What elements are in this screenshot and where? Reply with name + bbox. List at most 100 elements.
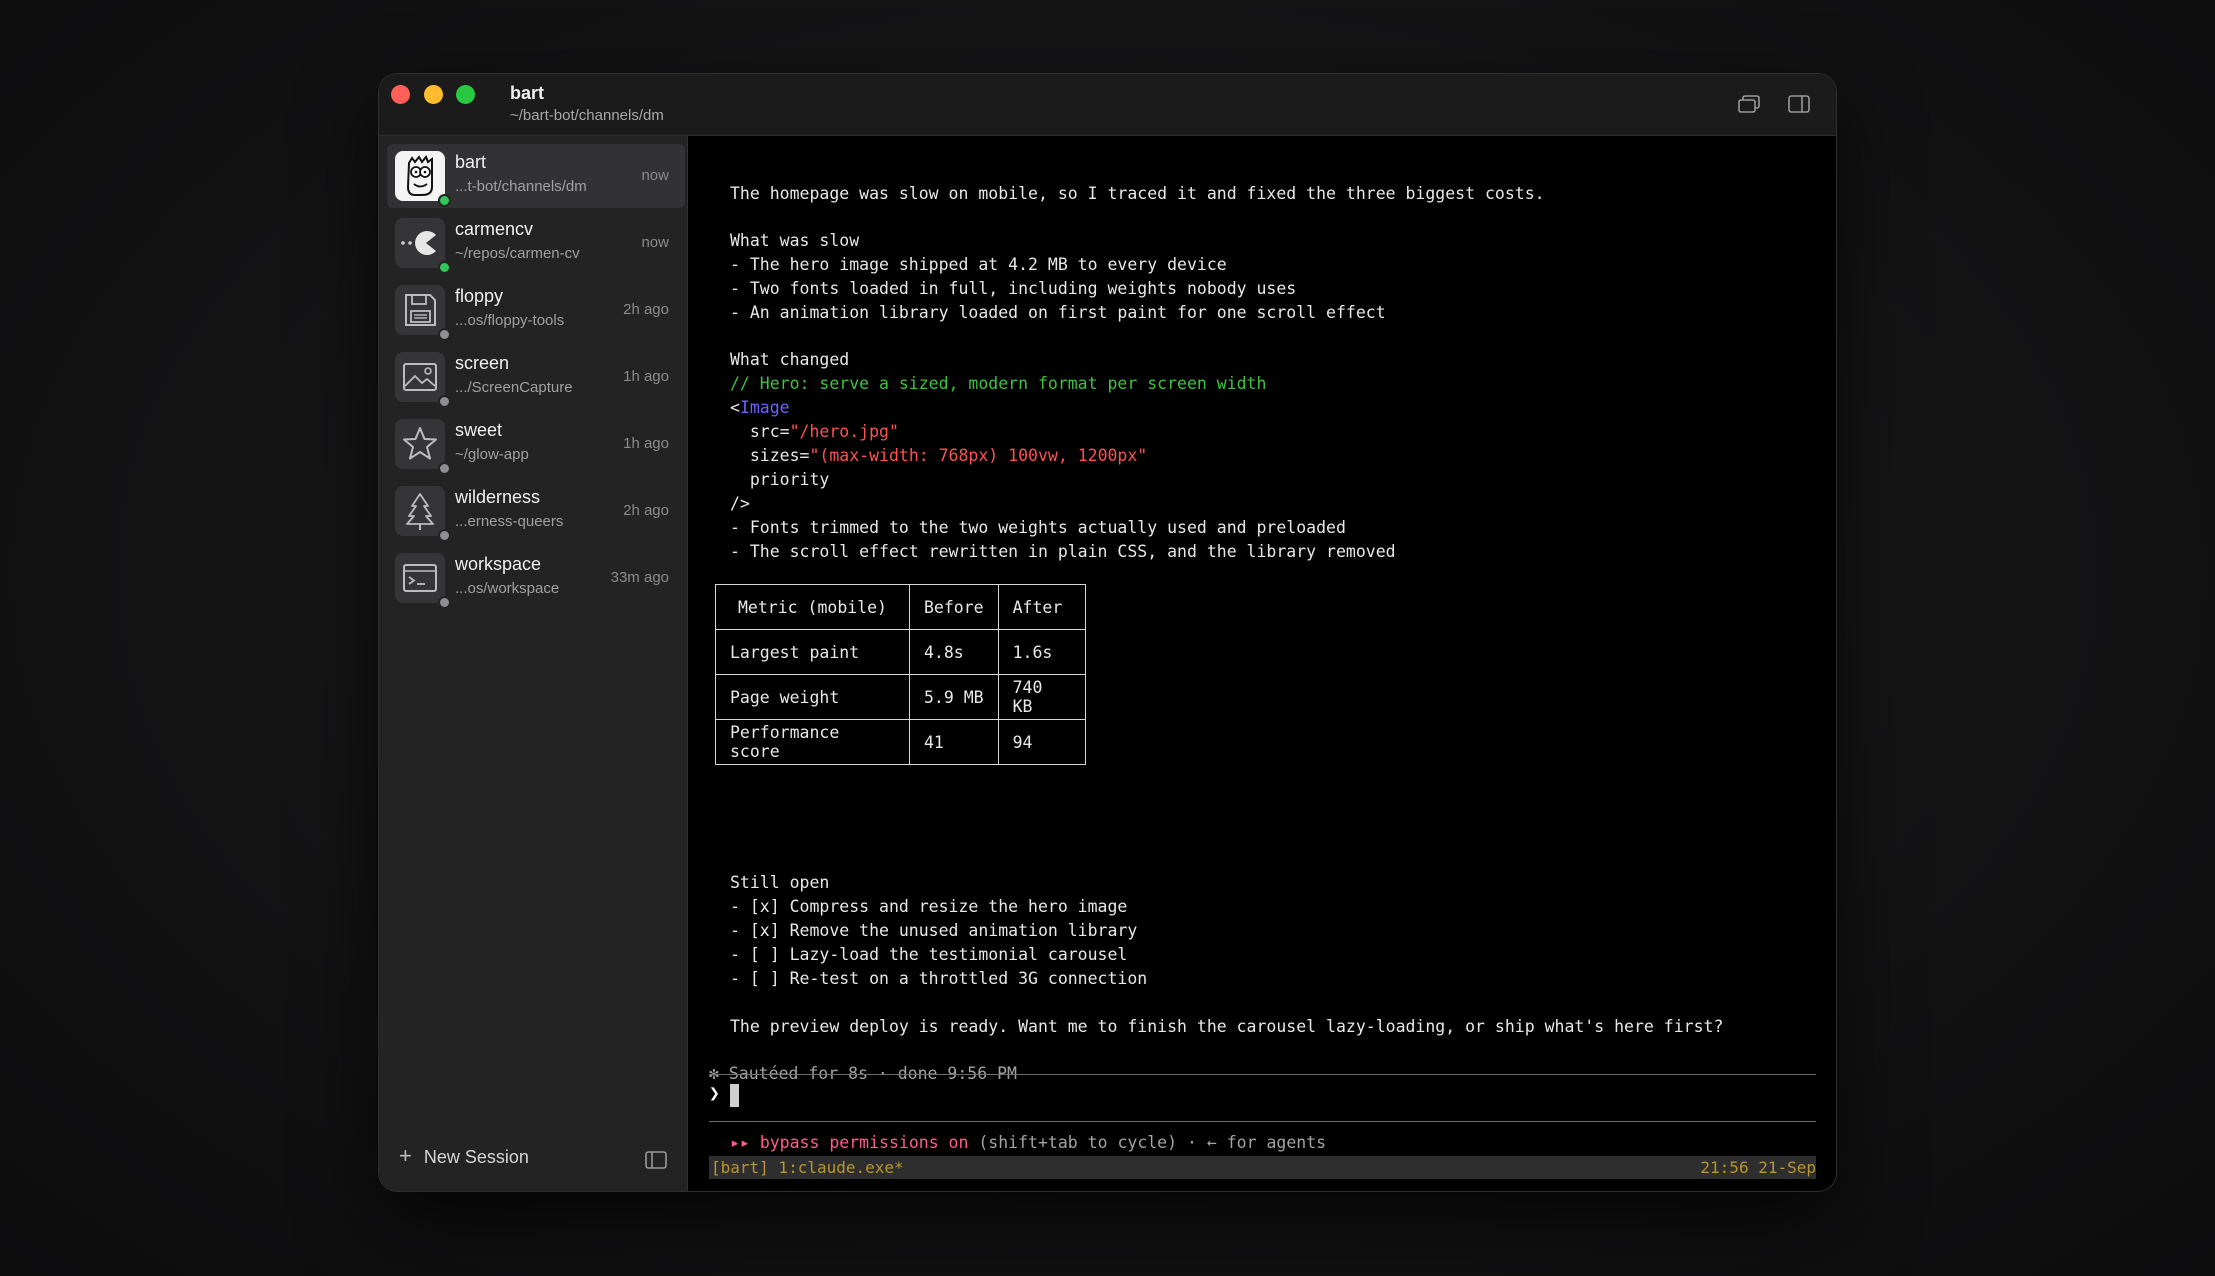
- input-cursor[interactable]: [730, 1084, 739, 1107]
- code-line: sizes="(max-width: 768px) 100vw, 1200px": [730, 444, 1147, 468]
- window-subtitle: ~/bart-bot/channels/dm: [510, 107, 664, 124]
- session-time: 2h ago: [623, 301, 669, 318]
- section-heading: Still open: [730, 873, 830, 892]
- session-path: .../ScreenCapture: [455, 379, 573, 396]
- status-dot-online: [438, 194, 451, 207]
- session-sidebar: bart ...t-bot/channels/dm now carmencv ~…: [379, 136, 688, 1191]
- prompt-symbol: ❯: [709, 1083, 720, 1104]
- input-area: ❯ ▸▸ bypass permissions on (shift+tab to…: [709, 1074, 1819, 1191]
- status-dot-idle: [438, 395, 451, 408]
- table-header-row: Metric (mobile) Before After: [715, 584, 1086, 630]
- close-window-button[interactable]: [391, 85, 410, 104]
- session-item-wilderness[interactable]: wilderness ...erness-queers 2h ago: [387, 479, 685, 543]
- session-path: ...erness-queers: [455, 513, 564, 530]
- table-row: Performance score 41 94: [715, 719, 1086, 765]
- session-time: now: [641, 167, 669, 184]
- bypass-label: bypass permissions on: [759, 1133, 969, 1152]
- table-header: Metric (mobile): [715, 584, 910, 630]
- list-item: - Fonts trimmed to the two weights actua…: [730, 518, 1346, 537]
- bypass-arrows-icon: ▸▸: [730, 1133, 750, 1152]
- table-cell: Performance score: [715, 719, 910, 765]
- session-item-floppy[interactable]: floppy ...os/floppy-tools 2h ago: [387, 278, 685, 342]
- status-dot-online: [438, 261, 451, 274]
- status-dot-idle: [438, 596, 451, 609]
- status-dot-idle: [438, 462, 451, 475]
- list-item: - Two fonts loaded in full, including we…: [730, 279, 1297, 298]
- table-row: Largest paint 4.8s 1.6s: [715, 629, 1086, 675]
- window-title: bart: [510, 83, 545, 103]
- cartoon-face-icon: [395, 151, 445, 201]
- code-attr: src=: [730, 422, 790, 441]
- permission-mode-line[interactable]: ▸▸ bypass permissions on (shift+tab to c…: [730, 1131, 1326, 1155]
- app-window: bart ~/bart-bot/channels/dm bart ...t-bo…: [379, 74, 1836, 1191]
- list-item: - The hero image shipped at 4.2 MB to ev…: [730, 255, 1227, 274]
- session-name: workspace: [455, 554, 542, 574]
- session-name: wilderness: [455, 487, 541, 507]
- list-item: - [x] Compress and resize the hero image: [730, 897, 1128, 916]
- sidebar-toggle-icon[interactable]: [644, 1150, 668, 1175]
- session-item-workspace[interactable]: workspace ...os/workspace 33m ago: [387, 546, 685, 610]
- status-left: [bart] 1:claude.exe*: [711, 1158, 904, 1177]
- table-cell: 4.8s: [909, 629, 999, 675]
- table-cell: 41: [909, 719, 999, 765]
- code-line: priority: [730, 470, 830, 489]
- code-tag: Image: [739, 398, 790, 417]
- session-name: screen: [455, 353, 510, 373]
- metrics-table: Metric (mobile) Before After Largest pai…: [715, 584, 1086, 765]
- question-text: The preview deploy is ready. Want me to …: [730, 1017, 1724, 1036]
- tree-icon: [395, 486, 445, 536]
- tmux-status-bar: [bart] 1:claude.exe* 21:56 21-Sep: [709, 1156, 1816, 1179]
- table-cell: 5.9 MB: [909, 674, 999, 720]
- terminal-window-icon: [395, 553, 445, 603]
- session-item-carmencv[interactable]: carmencv ~/repos/carmen-cv now: [387, 211, 685, 275]
- landscape-icon: [395, 352, 445, 402]
- table-cell: Page weight: [715, 674, 910, 720]
- status-right: 21:56 21-Sep: [1700, 1158, 1816, 1177]
- session-time: 1h ago: [623, 368, 669, 385]
- maximize-window-button[interactable]: [456, 85, 475, 104]
- divider: [709, 1074, 1816, 1075]
- status-dot-idle: [438, 328, 451, 341]
- session-path: ~/repos/carmen-cv: [455, 245, 580, 262]
- session-time: 1h ago: [623, 435, 669, 452]
- floppy-disk-icon: [395, 285, 445, 335]
- new-session-label: New Session: [423, 1147, 529, 1167]
- code-comment: // Hero: serve a sized, modern format pe…: [730, 374, 1267, 393]
- session-name: floppy: [455, 286, 504, 306]
- section-heading: What changed: [730, 350, 850, 369]
- session-name: bart: [455, 152, 487, 172]
- list-item: - An animation library loaded on first p…: [730, 303, 1386, 322]
- session-name: sweet: [455, 420, 503, 440]
- terminal-output[interactable]: The homepage was slow on mobile, so I tr…: [709, 136, 1819, 1191]
- minimize-window-button[interactable]: [424, 85, 443, 104]
- list-item: - The scroll effect rewritten in plain C…: [730, 542, 1396, 561]
- session-path: ...t-bot/channels/dm: [455, 178, 587, 195]
- bypass-hint: (shift+tab to cycle) · ← for agents: [978, 1133, 1327, 1152]
- table-cell: 1.6s: [997, 629, 1086, 675]
- session-name: carmencv: [455, 219, 534, 239]
- session-item-sweet[interactable]: sweet ~/glow-app 1h ago: [387, 412, 685, 476]
- new-session-button[interactable]: + New Session: [399, 1143, 529, 1169]
- session-path: ...os/workspace: [455, 580, 560, 597]
- session-time: 33m ago: [610, 569, 669, 586]
- right-panel-toggle-icon[interactable]: [1787, 93, 1811, 115]
- table-cell: 94: [997, 719, 1086, 765]
- status-dot-idle: [438, 529, 451, 542]
- table-cell: 740 KB: [997, 674, 1086, 720]
- title-bar: bart ~/bart-bot/channels/dm: [379, 74, 1836, 136]
- code-line: src="/hero.jpg": [730, 420, 899, 444]
- intro-text: The homepage was slow on mobile, so I tr…: [730, 184, 1545, 203]
- table-header: After: [997, 584, 1086, 630]
- section-heading: What was slow: [730, 231, 860, 250]
- plus-icon: +: [399, 1143, 412, 1168]
- session-time: now: [641, 234, 669, 251]
- code-attr: sizes=: [730, 446, 810, 465]
- copy-windows-icon[interactable]: [1737, 93, 1761, 115]
- session-item-screen[interactable]: screen .../ScreenCapture 1h ago: [387, 345, 685, 409]
- pacman-icon: [395, 218, 445, 268]
- list-item: - [x] Remove the unused animation librar…: [730, 921, 1138, 940]
- table-cell: Largest paint: [715, 629, 910, 675]
- divider: [709, 1121, 1816, 1122]
- table-header: Before: [909, 584, 999, 630]
- session-item-bart[interactable]: bart ...t-bot/channels/dm now: [387, 144, 685, 208]
